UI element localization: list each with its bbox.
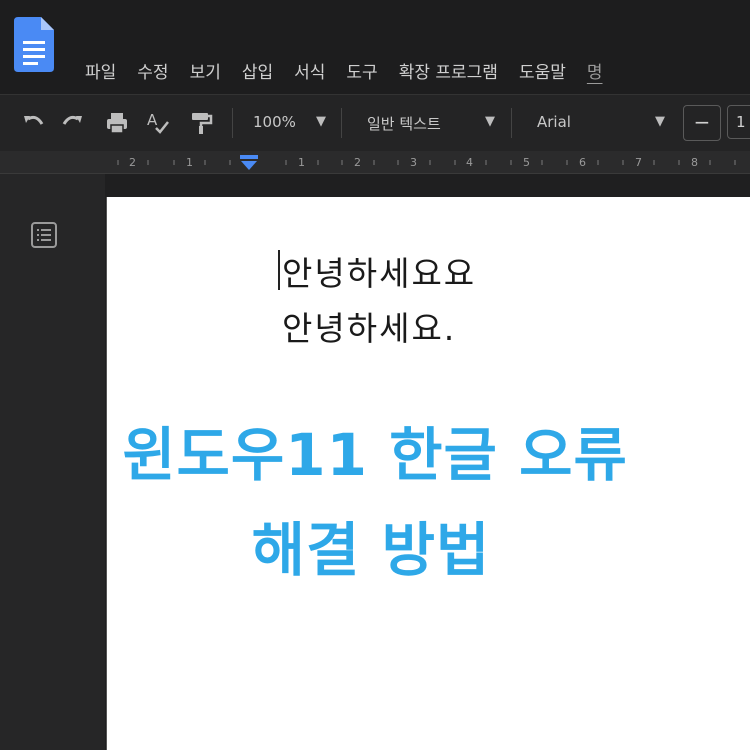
menu-tools[interactable]: 도구 xyxy=(346,58,377,83)
ruler-label: 3 xyxy=(410,156,417,169)
document-outline-icon[interactable] xyxy=(30,221,58,249)
toolbar-divider xyxy=(232,108,233,138)
ruler-label: 2 xyxy=(129,156,136,169)
menu-view[interactable]: 보기 xyxy=(190,58,221,83)
style-dropdown-icon[interactable]: ▼ xyxy=(485,114,495,129)
menu-help[interactable]: 도움말 xyxy=(519,58,566,83)
print-icon[interactable] xyxy=(104,110,130,136)
paint-format-icon[interactable] xyxy=(188,110,214,136)
ruler-label: 6 xyxy=(579,156,586,169)
ruler-label: 5 xyxy=(523,156,530,169)
ruler-label: 1 xyxy=(186,156,193,169)
redo-icon[interactable] xyxy=(60,110,86,136)
document-text-line-1[interactable]: 안녕하세요요 xyxy=(282,247,476,295)
text-cursor xyxy=(278,250,280,290)
ruler-label: 2 xyxy=(354,156,361,169)
font-size-input[interactable]: 1 xyxy=(727,105,750,139)
menu-file[interactable]: 파일 xyxy=(85,58,116,83)
last-edit-link[interactable]: 명 xyxy=(587,58,603,83)
menu-edit[interactable]: 수정 xyxy=(137,58,168,83)
menu-format[interactable]: 서식 xyxy=(294,58,325,83)
menu: 파일 수정 보기 삽입 서식 도구 확장 프로그램 도움말 명 xyxy=(85,58,624,83)
menu-bar: 파일 수정 보기 삽입 서식 도구 확장 프로그램 도움말 명 xyxy=(0,0,750,94)
svg-text:A: A xyxy=(147,111,158,129)
zoom-dropdown-icon[interactable]: ▼ xyxy=(316,114,326,129)
font-select[interactable]: Arial xyxy=(537,113,571,131)
ruler-label: 1 xyxy=(298,156,305,169)
undo-icon[interactable] xyxy=(20,110,46,136)
ruler-label: 4 xyxy=(466,156,473,169)
decrease-font-size-button[interactable]: − xyxy=(683,105,721,141)
menu-extensions[interactable]: 확장 프로그램 xyxy=(399,58,498,83)
spellcheck-icon[interactable]: A xyxy=(145,110,171,136)
font-dropdown-icon[interactable]: ▼ xyxy=(655,114,665,129)
toolbar-divider xyxy=(511,108,512,138)
toolbar-divider xyxy=(341,108,342,138)
ruler-label: 7 xyxy=(635,156,642,169)
headline-line-1: 윈도우11 한글 오류 xyxy=(122,421,628,489)
google-docs-icon[interactable] xyxy=(14,17,54,72)
document-text-line-2[interactable]: 안녕하세요. xyxy=(282,302,456,350)
ruler-label: 8 xyxy=(691,156,698,169)
indent-marker-icon[interactable] xyxy=(238,155,260,171)
menu-insert[interactable]: 삽입 xyxy=(242,58,273,83)
headline-line-2: 해결 방법 xyxy=(251,516,491,584)
zoom-select[interactable]: 100% xyxy=(253,113,296,131)
paragraph-style-select[interactable]: 일반 텍스트 xyxy=(367,113,441,134)
